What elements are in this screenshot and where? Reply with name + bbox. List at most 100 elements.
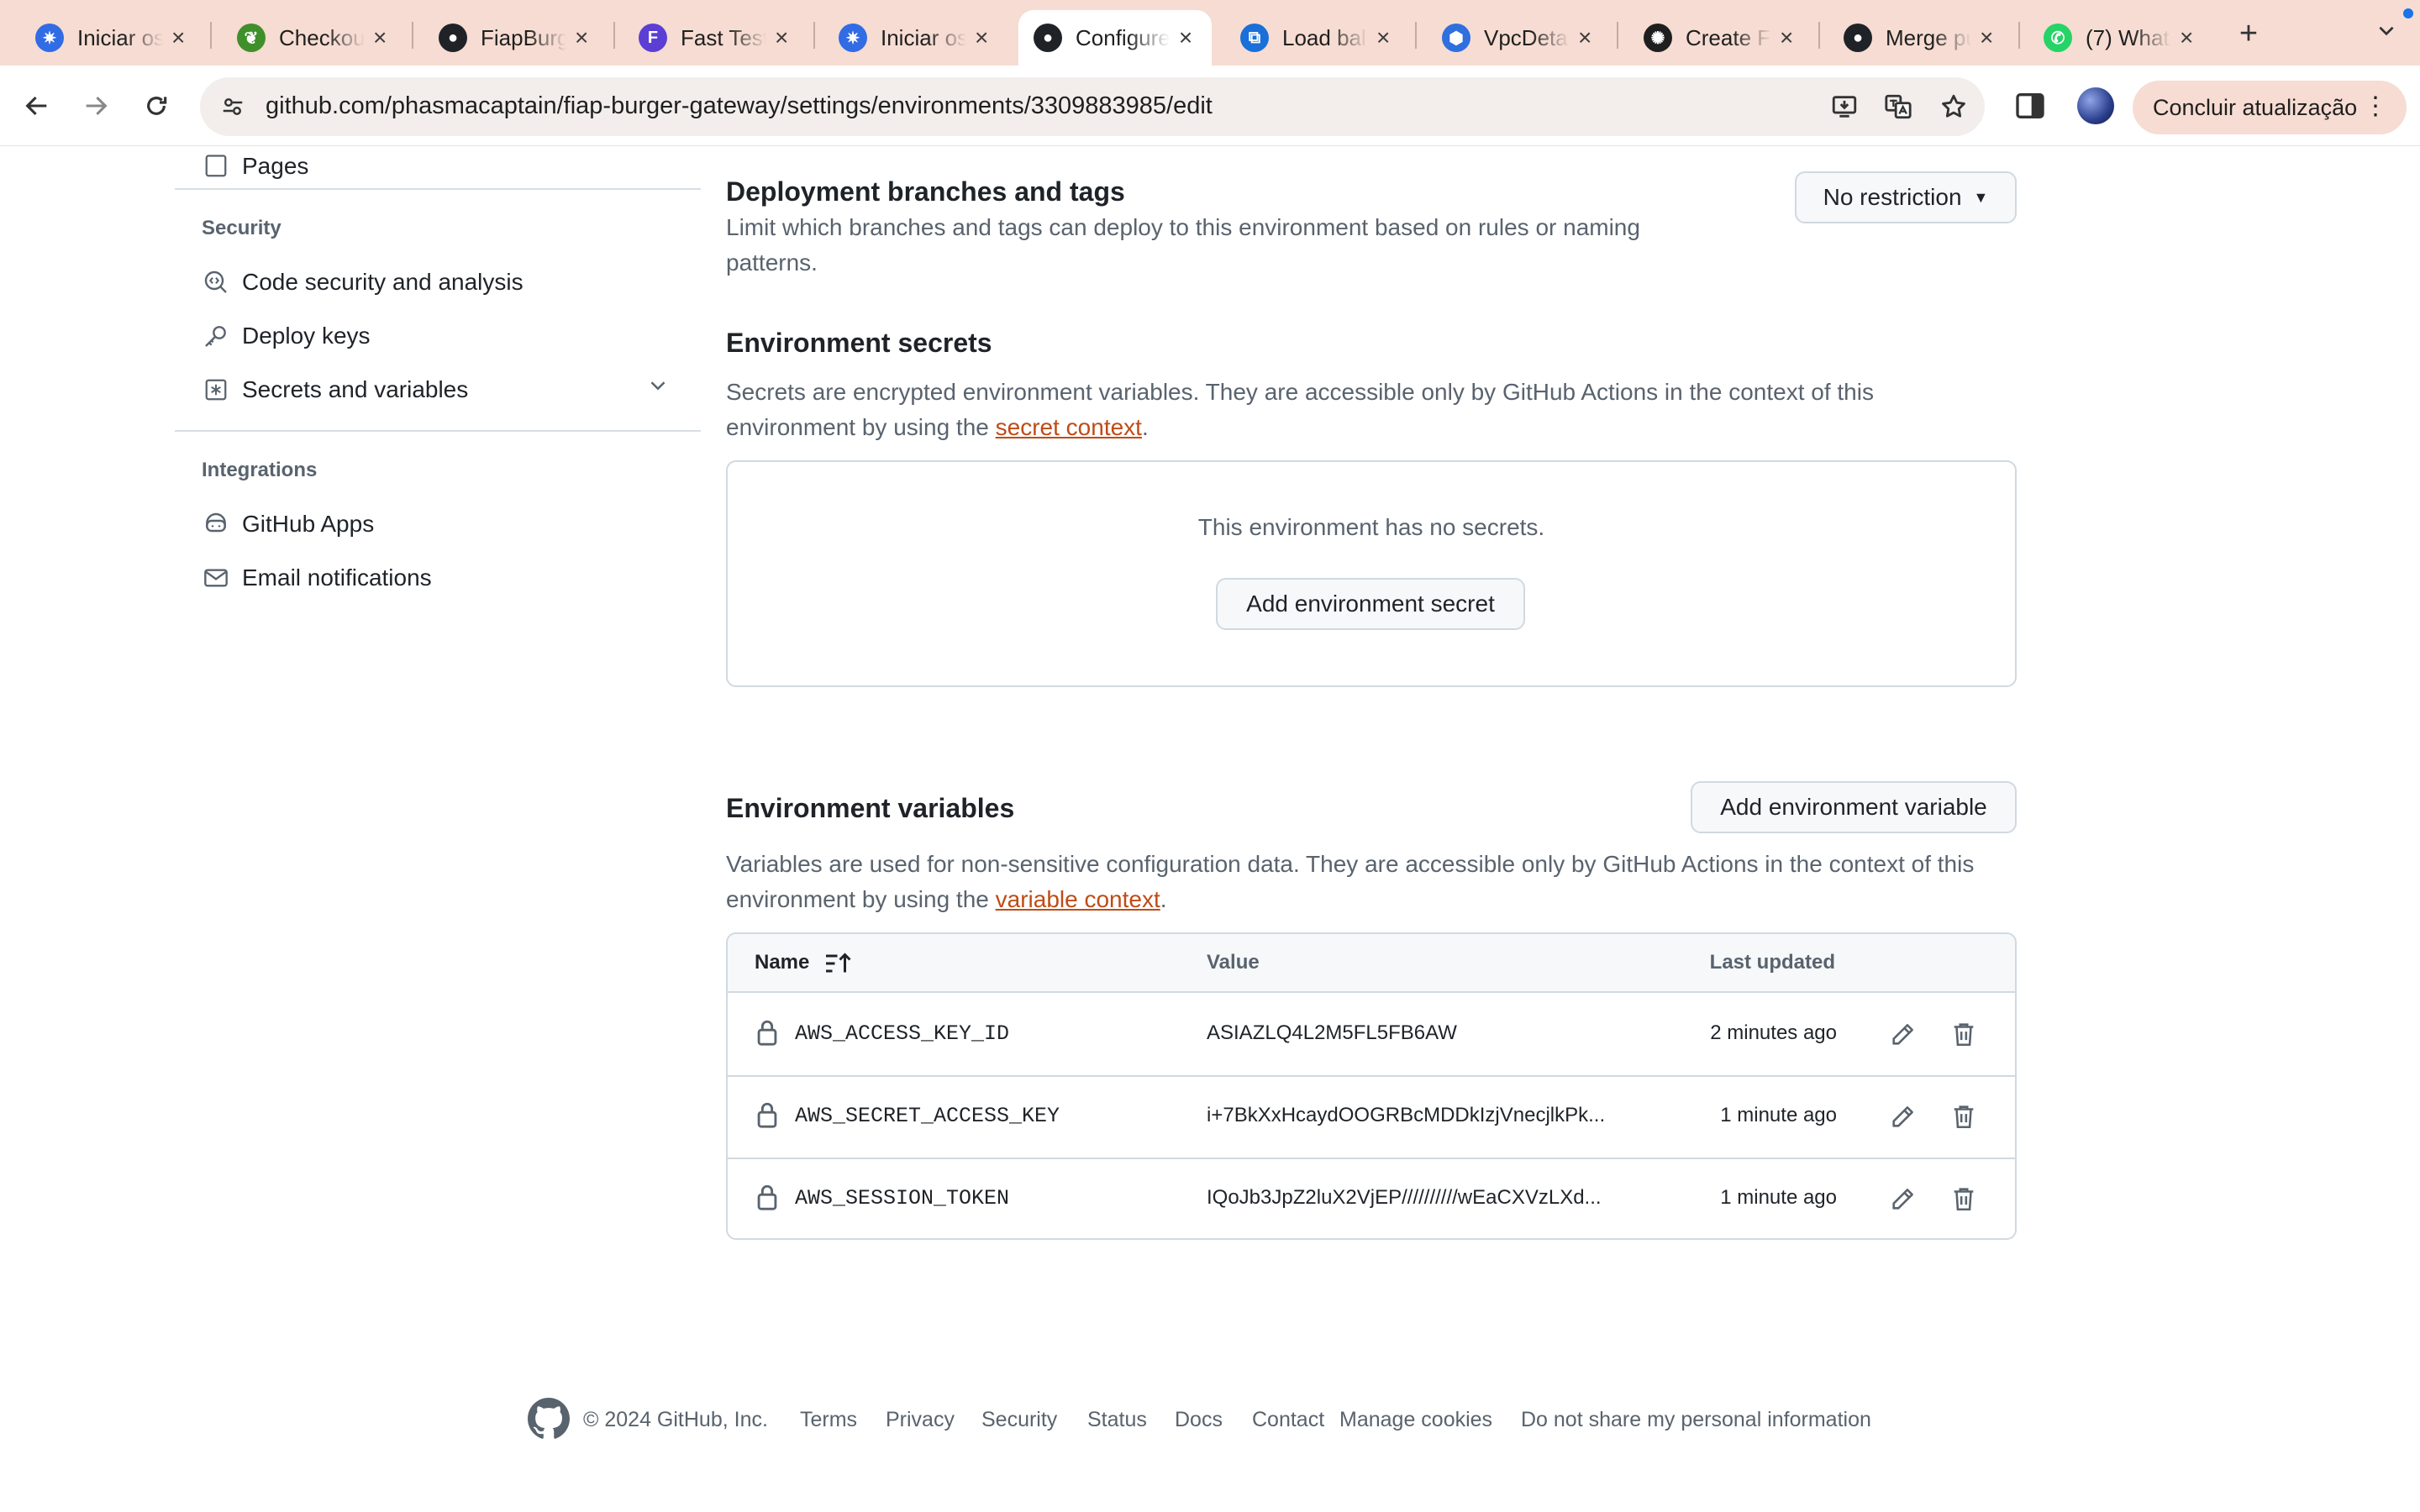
lock-icon: [755, 1100, 780, 1129]
variables-table: Name Value Last updated AWS_ACCESS_KEY_I…: [726, 932, 2017, 1240]
sidebar-item-email-notifications[interactable]: Email notifications: [202, 558, 432, 598]
deployment-branches-description: Limit which branches and tags can deploy…: [726, 214, 1640, 276]
browser-tab[interactable]: ✷ Iniciar os ×: [20, 10, 203, 66]
trash-icon[interactable]: [1949, 1102, 1978, 1131]
aws-vpc-icon: ⬢: [1442, 24, 1470, 52]
close-icon[interactable]: ×: [1373, 24, 1393, 51]
side-panel-button[interactable]: [2013, 89, 2047, 123]
aws-console-icon: ⧉: [1240, 24, 1269, 52]
close-icon[interactable]: ×: [771, 24, 792, 51]
reload-button[interactable]: [133, 82, 180, 129]
sidebar-item-label: Email notifications: [242, 564, 432, 591]
lock-icon: [755, 1183, 780, 1211]
close-icon[interactable]: ×: [571, 24, 592, 51]
pencil-icon[interactable]: [1889, 1184, 1918, 1213]
back-button[interactable]: [13, 82, 60, 129]
tab-title: Iniciar os: [77, 24, 164, 50]
browser-tab[interactable]: ❦ Checkout ×: [222, 10, 405, 66]
sidebar-item-label: Deploy keys: [242, 323, 371, 349]
footer-link[interactable]: Do not share my personal information: [1521, 1408, 1871, 1432]
forward-button[interactable]: [72, 82, 119, 129]
browser-tab[interactable]: ✺ Create F ×: [1628, 10, 1812, 66]
deployment-branches-dropdown[interactable]: No restriction ▼: [1795, 171, 2017, 223]
pencil-icon[interactable]: [1889, 1102, 1918, 1131]
profile-avatar[interactable]: [2077, 87, 2114, 124]
update-button-label: Concluir atualização: [2153, 94, 2358, 120]
chevron-down-icon[interactable]: [645, 373, 671, 398]
close-icon[interactable]: ×: [2176, 24, 2196, 51]
footer-link[interactable]: Security: [981, 1408, 1057, 1432]
sidebar-item-deploy-keys[interactable]: Deploy keys: [202, 316, 371, 356]
sort-ascending-icon[interactable]: [823, 951, 854, 976]
browser-tab[interactable]: ● Merge pull×: [1828, 10, 2012, 66]
close-icon[interactable]: ×: [370, 24, 390, 51]
browser-tab[interactable]: F Fast Test ×: [623, 10, 807, 66]
tab-search-button[interactable]: [2368, 15, 2405, 52]
url-text[interactable]: github.com/phasmacaptain/fiap-burger-gat…: [266, 92, 1213, 120]
pencil-icon[interactable]: [1889, 1020, 1918, 1048]
column-header-value: Value: [1207, 951, 1260, 974]
tab-separator: [813, 22, 815, 49]
site-info-button[interactable]: [215, 89, 250, 124]
sidebar-item-secrets-variables[interactable]: Secrets and variables: [202, 370, 468, 410]
reload-icon: [147, 97, 167, 115]
new-tab-button[interactable]: +: [2228, 15, 2269, 55]
sidebar-divider: [175, 188, 701, 190]
bookmark-button[interactable]: [1936, 89, 1971, 124]
add-environment-secret-button[interactable]: Add environment secret: [1216, 578, 1525, 630]
sidebar-divider: [175, 430, 701, 432]
close-icon[interactable]: ×: [1776, 24, 1797, 51]
github-icon: ●: [1034, 24, 1062, 52]
framer-f-icon: F: [639, 24, 667, 52]
tab-title: Iniciar os: [881, 24, 967, 50]
tune-icon: [223, 98, 243, 115]
environment-secrets-title: Environment secrets: [726, 328, 992, 358]
translate-button[interactable]: [1881, 89, 1916, 124]
sidebar-item-pages[interactable]: Pages: [202, 146, 308, 186]
github-logo-icon[interactable]: [528, 1398, 570, 1440]
chevron-down-icon: [2379, 26, 2394, 36]
footer-link[interactable]: Status: [1087, 1408, 1147, 1432]
add-environment-variable-button[interactable]: Add environment variable: [1691, 781, 2017, 833]
sidebar-item-code-security[interactable]: Code security and analysis: [202, 262, 523, 302]
footer-link[interactable]: Contact: [1252, 1408, 1324, 1432]
trash-icon[interactable]: [1949, 1184, 1978, 1213]
browser-tab[interactable]: ● Configure ×: [1018, 10, 1212, 66]
tab-title: Load bal: [1282, 24, 1366, 50]
address-bar[interactable]: github.com/phasmacaptain/fiap-burger-gat…: [200, 77, 1985, 136]
tab-separator: [2018, 22, 2020, 49]
tab-title: Merge pull: [1886, 24, 1971, 50]
tab-separator: [412, 22, 413, 49]
install-app-button[interactable]: [1827, 89, 1862, 124]
github-icon: ●: [439, 24, 467, 52]
browser-tab[interactable]: ✷ Iniciar os ×: [823, 10, 1007, 66]
footer-link[interactable]: Docs: [1175, 1408, 1223, 1432]
openai-icon: ✺: [1644, 24, 1672, 52]
browser-tab[interactable]: ● FiapBurger×: [424, 10, 607, 66]
tab-separator: [1617, 22, 1618, 49]
sidebar-item-github-apps[interactable]: GitHub Apps: [202, 504, 374, 544]
close-icon[interactable]: ×: [1175, 24, 1197, 51]
browser-tab[interactable]: ⧉ Load bal ×: [1225, 10, 1408, 66]
close-icon[interactable]: ×: [1976, 24, 1996, 51]
close-icon[interactable]: ×: [1575, 24, 1595, 51]
footer-link[interactable]: Manage cookies: [1339, 1408, 1492, 1432]
secret-context-link[interactable]: secret context: [996, 414, 1142, 440]
asterisk-icon: [202, 375, 230, 404]
trash-icon[interactable]: [1949, 1020, 1978, 1048]
browser-tab-bar: ✷Iniciar os× ❦Checkout× ●FiapBurger× F Fast …: [0, 0, 2420, 66]
browser-tab[interactable]: ⬢ VpcDetails×: [1427, 10, 1610, 66]
update-button[interactable]: Concluir atualização ⋮: [2133, 81, 2407, 134]
no-secrets-message: This environment has no secrets.: [1197, 514, 1545, 540]
tab-separator: [1415, 22, 1417, 49]
variable-context-link[interactable]: variable context: [996, 886, 1160, 912]
footer-link[interactable]: Terms: [800, 1408, 857, 1432]
close-icon[interactable]: ×: [971, 24, 992, 51]
footer-link[interactable]: Privacy: [886, 1408, 955, 1432]
column-header-name[interactable]: Name: [755, 951, 809, 974]
close-icon[interactable]: ×: [168, 24, 188, 51]
browser-tab[interactable]: ✆ (7) WhatsApp×: [2028, 10, 2212, 66]
tab-title: Checkout: [279, 24, 366, 50]
tab-title: Fast Test: [681, 24, 767, 50]
footer-copyright: © 2024 GitHub, Inc.: [583, 1408, 768, 1431]
